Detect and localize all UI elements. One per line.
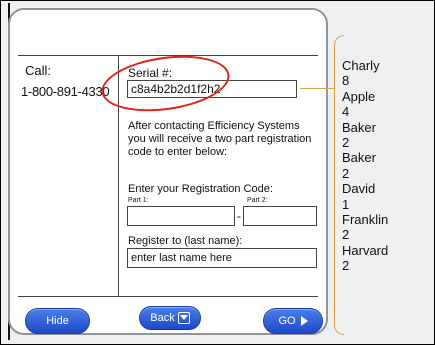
go-button[interactable]: GO — [263, 308, 323, 334]
registration-part2-input[interactable] — [243, 206, 317, 226]
registration-code-label: Enter your Registration Code: — [128, 183, 273, 195]
phonetic-decode-item: 1 — [342, 196, 350, 212]
registration-part1-input[interactable] — [127, 206, 235, 226]
instructions-text: After contacting Efficiency Systems you … — [128, 120, 312, 158]
part1-label: Part 1: — [128, 197, 149, 204]
phonetic-decode-item: David — [342, 181, 376, 197]
last-name-input[interactable]: enter last name here — [127, 248, 317, 268]
bottom-divider — [18, 296, 318, 297]
phonetic-decode-item: Apple — [342, 88, 376, 104]
phonetic-decode-item: 8 — [342, 73, 350, 89]
part-separator: - — [237, 209, 241, 223]
phonetic-decode-item: Baker — [342, 150, 376, 166]
down-arrow-box-icon — [177, 312, 190, 324]
call-label: Call: — [25, 63, 52, 78]
phonetic-decode-item: Franklin — [342, 212, 389, 228]
phonetic-decode-list: Charly 8 Apple 4 Baker 2 Baker 2 David 1 Franklin 2… — [342, 58, 388, 274]
part2-label: Part 2: — [247, 197, 268, 204]
phone-number: 1-800-891-4330 — [21, 84, 110, 99]
go-button-label: GO — [278, 315, 296, 327]
phonetic-decode-item: 2 — [342, 135, 350, 151]
phonetic-decode-item: 2 — [342, 258, 350, 274]
register-to-label: Register to (last name): — [128, 235, 243, 247]
back-button-label: Back — [150, 312, 175, 324]
phonetic-decode-item: Harvard — [342, 242, 389, 258]
phonetic-decode-item: 2 — [342, 227, 350, 243]
phonetic-decode-item: Charly — [342, 58, 380, 73]
phonetic-decode-item: 4 — [342, 104, 350, 120]
hide-button[interactable]: Hide — [25, 308, 90, 334]
serial-connector-line — [300, 88, 334, 89]
back-button[interactable]: Back — [139, 306, 201, 330]
hide-button-label: Hide — [46, 315, 69, 327]
phonetic-decode-item: 2 — [342, 165, 350, 181]
phonetic-decode-item: Baker — [342, 119, 376, 135]
play-triangle-icon — [300, 316, 308, 326]
